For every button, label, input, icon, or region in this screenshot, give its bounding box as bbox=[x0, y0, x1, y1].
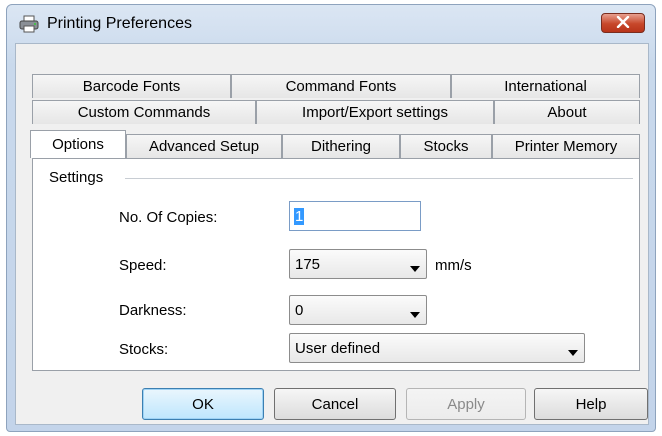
speed-units: mm/s bbox=[435, 257, 472, 274]
tab-import-export-settings[interactable]: Import/Export settings bbox=[256, 100, 494, 124]
stocks-label: Stocks: bbox=[119, 341, 169, 358]
tab-custom-commands[interactable]: Custom Commands bbox=[32, 100, 256, 124]
title-bar[interactable]: Printing Preferences bbox=[7, 5, 655, 43]
darkness-label: Darkness: bbox=[119, 302, 187, 319]
tab-stocks[interactable]: Stocks bbox=[400, 134, 492, 158]
tab-printer-memory[interactable]: Printer Memory bbox=[492, 134, 640, 158]
chevron-down-icon bbox=[410, 306, 420, 318]
copies-input[interactable]: 1 bbox=[289, 201, 421, 231]
tab-advanced-setup[interactable]: Advanced Setup bbox=[126, 134, 282, 158]
chevron-down-icon bbox=[568, 344, 578, 356]
copies-label: No. Of Copies: bbox=[119, 209, 218, 226]
options-panel: Settings No. Of Copies: 1 Speed: 175 mm/… bbox=[32, 158, 640, 371]
help-button[interactable]: Help bbox=[534, 388, 648, 420]
speed-value: 175 bbox=[295, 255, 321, 273]
speed-select[interactable]: 175 bbox=[289, 249, 427, 279]
settings-group-label: Settings bbox=[49, 169, 110, 186]
group-divider bbox=[125, 178, 633, 179]
printing-preferences-window: Printing Preferences Barcode Fonts Comma… bbox=[6, 4, 656, 432]
stocks-value: User defined bbox=[295, 339, 381, 357]
tab-dithering[interactable]: Dithering bbox=[282, 134, 400, 158]
cancel-button[interactable]: Cancel bbox=[274, 388, 396, 420]
ok-button[interactable]: OK bbox=[142, 388, 264, 420]
printer-icon bbox=[19, 15, 39, 33]
tab-command-fonts[interactable]: Command Fonts bbox=[231, 74, 451, 98]
copies-value: 1 bbox=[294, 207, 305, 225]
tab-about[interactable]: About bbox=[494, 100, 640, 124]
tab-international[interactable]: International bbox=[451, 74, 640, 98]
close-icon bbox=[616, 15, 630, 32]
tab-options[interactable]: Options bbox=[30, 130, 126, 158]
stocks-select[interactable]: User defined bbox=[289, 333, 585, 363]
speed-label: Speed: bbox=[119, 257, 167, 274]
darkness-value: 0 bbox=[295, 301, 304, 319]
darkness-select[interactable]: 0 bbox=[289, 295, 427, 325]
tab-barcode-fonts[interactable]: Barcode Fonts bbox=[32, 74, 231, 98]
chevron-down-icon bbox=[410, 260, 420, 272]
window-title: Printing Preferences bbox=[47, 15, 192, 32]
dialog-body: Barcode Fonts Command Fonts Internationa… bbox=[15, 43, 649, 425]
apply-button[interactable]: Apply bbox=[406, 388, 526, 420]
close-button[interactable] bbox=[601, 13, 645, 33]
